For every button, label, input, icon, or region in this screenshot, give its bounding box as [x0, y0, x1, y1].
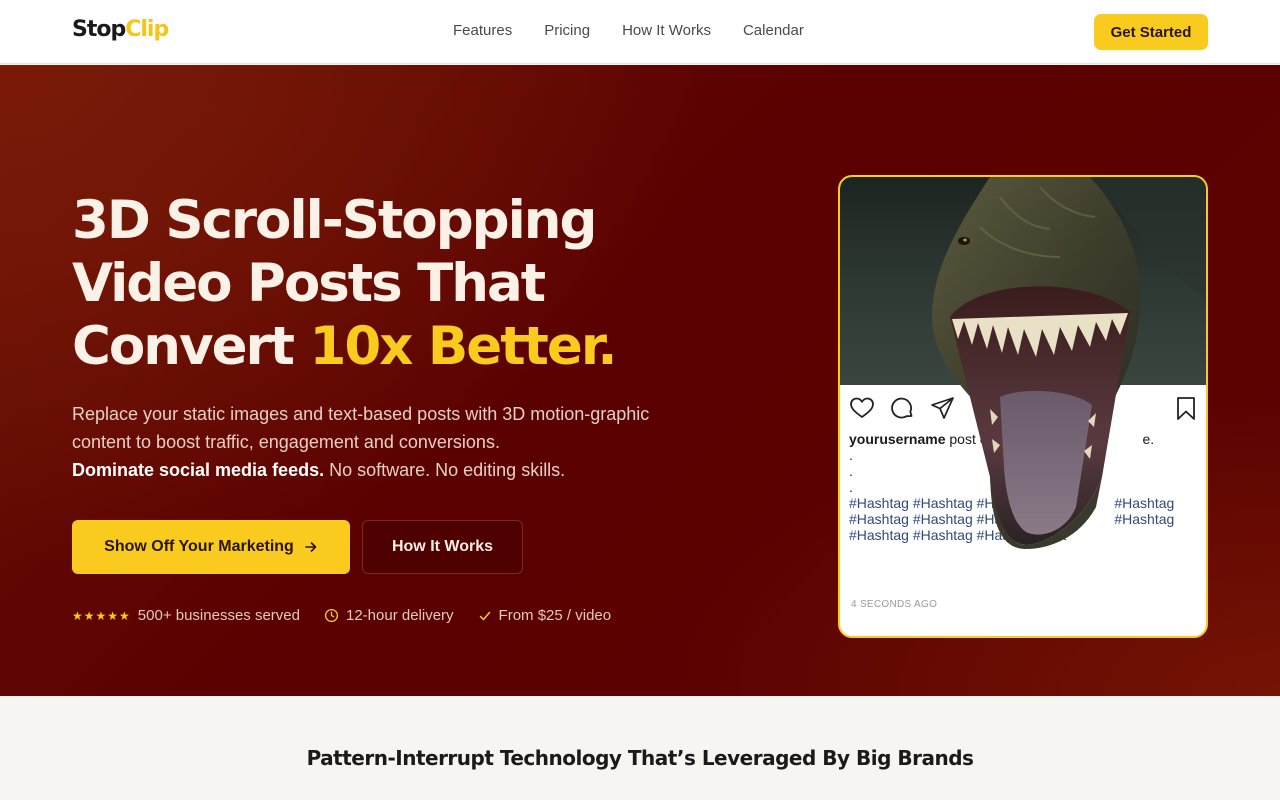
headline-line-2: Video Posts That [72, 253, 546, 314]
nav-link-how-it-works[interactable]: How It Works [622, 22, 711, 39]
headline-line-3: Convert [72, 316, 310, 377]
check-icon [479, 611, 490, 620]
subtext-tail: No software. No editing skills. [324, 460, 566, 480]
brands-section-title: Pattern-Interrupt Technology That’s Leve… [306, 746, 974, 770]
social-post-preview: yourusername post co e. . . . #Hashtag #H… [838, 175, 1208, 638]
delivery-label: 12-hour delivery [345, 607, 454, 624]
subtext-main: Replace your static images and text-base… [72, 404, 650, 452]
nav-link-pricing[interactable]: Pricing [544, 22, 590, 39]
subtext-bold: Dominate social media feeds. [72, 460, 325, 480]
logo-text-stop: Stop [72, 17, 126, 42]
served-label: 500+ businesses served [137, 607, 300, 624]
hero-headline: 3D Scroll-Stopping Video Posts That Conv… [72, 189, 692, 378]
nav-link-features[interactable]: Features [453, 22, 512, 39]
dinosaur-image [932, 177, 1206, 549]
show-off-marketing-button[interactable]: Show Off Your Marketing [72, 520, 350, 574]
nav-link-calendar[interactable]: Calendar [743, 22, 804, 39]
arrow-right-icon [305, 542, 317, 552]
how-it-works-button[interactable]: How It Works [362, 520, 523, 574]
logo[interactable]: StopClip [72, 17, 169, 42]
logo-text-clip: Clip [125, 17, 169, 42]
primary-button-label: Show Off Your Marketing [104, 538, 294, 555]
top-navbar: StopClip Features Pricing How It Works C… [0, 0, 1280, 64]
hero-subtext: Replace your static images and text-base… [72, 400, 652, 484]
trust-price: From $25 / video [478, 607, 612, 624]
price-label: From $25 / video [498, 607, 612, 624]
trust-badges: ★★★★★ 500+ businesses served 12-hour del… [72, 607, 611, 624]
trust-delivery: 12-hour delivery [324, 607, 454, 624]
nav-links: Features Pricing How It Works Calendar [453, 22, 804, 39]
headline-line-1: 3D Scroll-Stopping [72, 190, 597, 251]
star-rating-icon: ★★★★★ [72, 608, 131, 623]
hero-section: 3D Scroll-Stopping Video Posts That Conv… [0, 65, 1280, 696]
trust-served: ★★★★★ 500+ businesses served [72, 607, 300, 624]
clock-icon [324, 608, 339, 623]
headline-highlight: 10x Better. [309, 316, 617, 377]
get-started-button[interactable]: Get Started [1094, 14, 1208, 50]
post-timestamp: 4 SECONDS AGO [851, 599, 938, 610]
